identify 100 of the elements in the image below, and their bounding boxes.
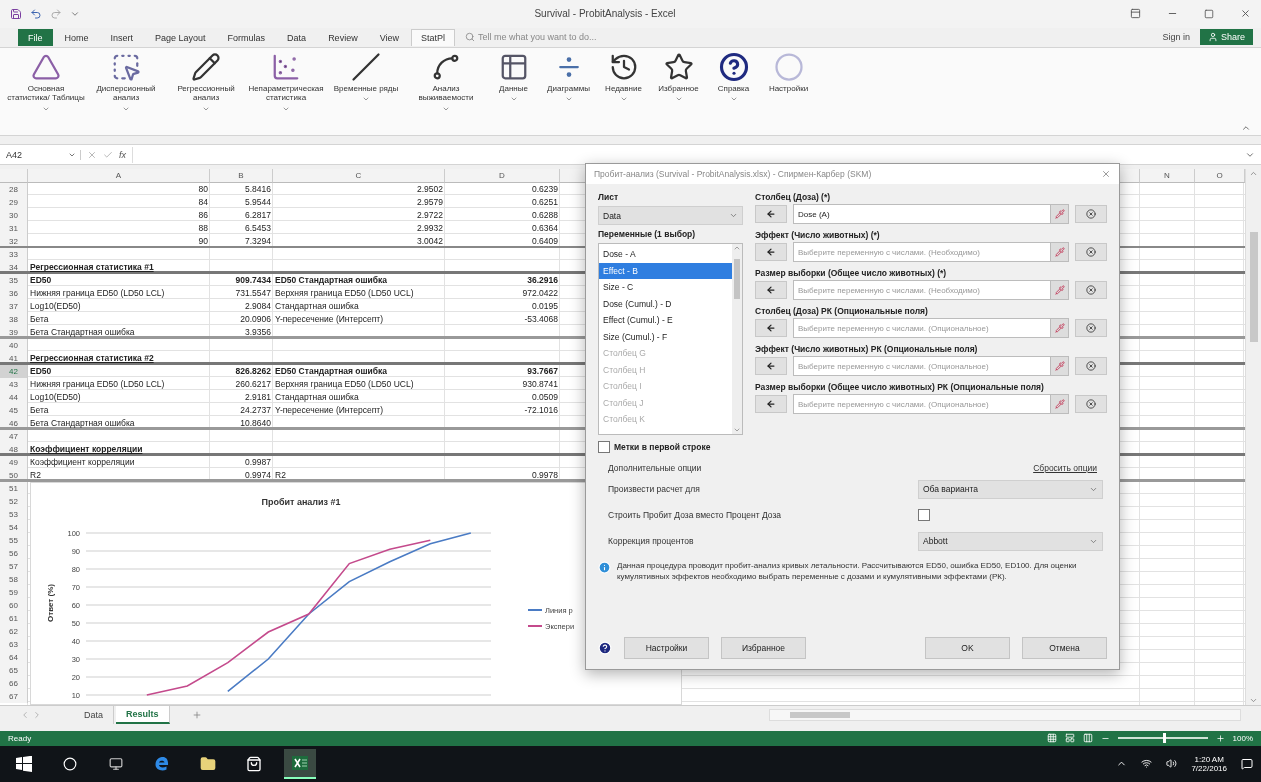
zoom-in-icon[interactable] [1215,733,1225,743]
row-number[interactable]: 44 [0,391,28,405]
row-number[interactable]: 60 [0,599,28,613]
cancel-icon[interactable] [87,149,97,160]
clear-button[interactable] [1075,205,1107,223]
row-number[interactable]: 51 [0,482,28,496]
ribbon-tab[interactable]: Page Layout [145,28,216,46]
row-number[interactable]: 55 [0,534,28,548]
undo-icon[interactable] [30,7,42,20]
name-box[interactable]: A42 [6,149,81,160]
add-variable-button[interactable] [755,281,787,299]
maximize-icon[interactable] [1204,8,1214,19]
folder-icon[interactable] [200,755,216,772]
row-number[interactable]: 57 [0,560,28,574]
ribbon-tab[interactable]: Formulas [217,28,276,46]
row-number[interactable]: 59 [0,586,28,600]
picker-button[interactable] [1051,356,1069,376]
option-select[interactable]: Abbott [918,531,1103,551]
picker-button[interactable] [1051,204,1069,224]
sign-in-link[interactable]: Sign in [1162,32,1190,43]
row-number[interactable]: 67 [0,690,28,704]
row-number[interactable]: 50 [0,469,28,480]
column-header[interactable]: C [273,169,445,184]
ribbon-button[interactable]: Диаграммы [541,52,596,104]
dialog-button[interactable]: Избранное [721,637,806,659]
row-number[interactable]: 48 [0,443,28,454]
row-number[interactable]: 40 [0,339,28,353]
option-select[interactable]: Оба варианта [918,479,1103,499]
shopping-bag-icon[interactable] [246,755,262,772]
column-header[interactable]: A [28,169,210,184]
ribbon-button[interactable]: Анализ выживаемости [406,52,486,113]
row-number[interactable]: 58 [0,573,28,587]
add-variable-button[interactable] [755,357,787,375]
ribbon-button[interactable]: Справка [706,52,761,104]
row-number[interactable]: 47 [0,430,28,444]
ribbon-tab[interactable]: Review [318,28,368,46]
column-header[interactable]: N [1140,169,1195,184]
help-icon[interactable] [598,641,612,655]
horizontal-scrollbar[interactable] [769,709,1241,722]
add-sheet-icon[interactable] [191,710,202,721]
column-header[interactable]: D [445,169,560,184]
list-item[interactable]: Dose (Cumul.) - D [599,295,732,312]
close-icon[interactable] [1240,8,1251,20]
zoom-thumb[interactable] [1162,733,1166,744]
zoom-level[interactable]: 100% [1232,733,1253,743]
page-layout-icon[interactable] [1064,733,1075,744]
dialog-button[interactable]: Отмена [1022,637,1107,659]
row-number[interactable]: 64 [0,651,28,665]
ribbon-button[interactable]: Данные [486,52,541,104]
normal-view-icon[interactable] [1046,733,1057,744]
ribbon-button[interactable]: Непараметрическая статистика [246,52,326,113]
row-number[interactable]: 42 [0,365,28,379]
browser-icon[interactable] [154,755,170,772]
notifications-icon[interactable] [1241,757,1253,770]
input-field[interactable]: Dose (A) [793,204,1051,224]
task-view-icon[interactable] [109,756,123,771]
list-item[interactable]: Size - C [599,279,732,296]
input-field[interactable]: Выберите переменную с числами. (Опциональное) [793,318,1051,338]
ribbon-tab[interactable]: File [18,28,53,46]
column-header[interactable]: B [210,169,273,184]
row-number[interactable]: 62 [0,625,28,639]
list-item[interactable]: Effect - B [599,262,732,279]
ribbon-tab[interactable]: View [369,28,409,46]
input-field[interactable]: Выберите переменную с числами. (Необходимо) [793,280,1051,300]
row-number[interactable]: 36 [0,287,28,301]
share-button[interactable]: Share [1199,29,1253,46]
scroll-down-icon[interactable] [733,426,741,434]
taskbar-button[interactable] [284,748,316,779]
row-number[interactable]: 66 [0,677,28,691]
input-field[interactable]: Выберите переменную с числами. (Опциональное) [793,356,1051,376]
add-variable-button[interactable] [755,319,787,337]
row-number[interactable]: 52 [0,495,28,509]
search-icon[interactable] [63,756,77,771]
picker-button[interactable] [1051,318,1069,338]
row-number[interactable]: 35 [0,274,28,288]
clock-time[interactable]: 1:20 AM [1194,754,1224,764]
scroll-thumb[interactable] [790,712,850,719]
windows-logo-icon[interactable] [16,755,32,772]
input-field[interactable]: Выберите переменную с числами. (Опциональное) [793,394,1051,414]
ribbon-tab[interactable]: Home [54,28,99,46]
row-number[interactable]: 56 [0,547,28,561]
row-number[interactable]: 46 [0,417,28,428]
clear-button[interactable] [1075,357,1107,375]
save-icon[interactable] [10,7,22,20]
network-icon[interactable] [1141,758,1153,770]
ribbon-options-icon[interactable] [1130,8,1141,20]
enter-icon[interactable] [103,149,113,160]
row-number[interactable]: 61 [0,612,28,626]
ribbon-tab[interactable]: Insert [100,28,144,46]
ribbon-button[interactable]: Регрессионный анализ [166,52,246,113]
row-number[interactable]: 65 [0,664,28,678]
close-icon[interactable] [1101,169,1111,179]
add-variable-button[interactable] [755,205,787,223]
input-field[interactable]: Выберите переменную с числами. (Необходимо) [793,242,1051,262]
list-item[interactable]: Size (Cumul.) - F [599,328,732,345]
ribbon-button[interactable]: Настройки [761,52,816,94]
sheet-tab[interactable]: Data [74,706,114,724]
row-number[interactable]: 33 [0,248,28,262]
row-number[interactable]: 54 [0,521,28,535]
ribbon-button[interactable]: Недавние [596,52,651,104]
